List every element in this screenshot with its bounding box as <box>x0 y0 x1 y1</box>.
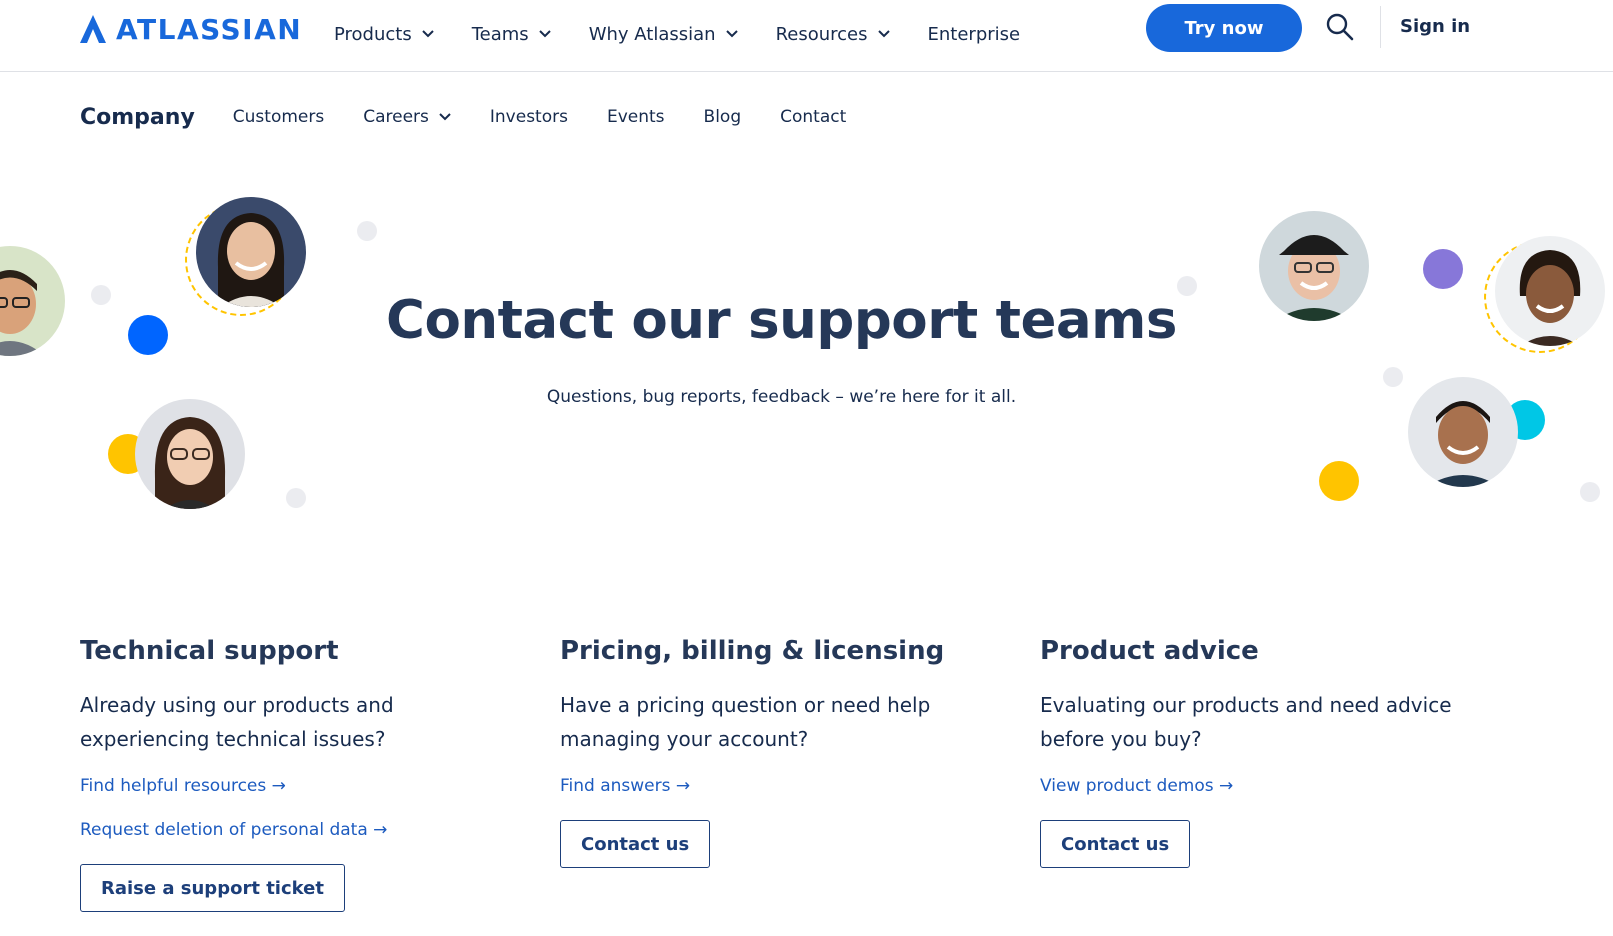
nav-resources[interactable]: Resources <box>776 24 890 45</box>
technical-support-section: Technical support Already using our prod… <box>80 636 520 912</box>
company-subnav: Company Customers Careers Investors Even… <box>80 102 885 132</box>
contact-us-button[interactable]: Contact us <box>1040 820 1191 868</box>
raise-support-ticket-button[interactable]: Raise a support ticket <box>80 864 345 912</box>
sign-in-link[interactable]: Sign in <box>1400 16 1470 37</box>
page-subtitle: Questions, bug reports, feedback – we’re… <box>546 387 1017 407</box>
subnav-item-contact[interactable]: Contact <box>780 107 846 127</box>
decorative-dot-yellow <box>1319 461 1359 501</box>
section-title: Technical support <box>80 636 339 666</box>
decorative-dot <box>1383 367 1403 387</box>
request-deletion-link[interactable]: Request deletion of personal data → <box>80 820 520 840</box>
subnav-item-label: Blog <box>703 107 742 127</box>
nav-enterprise-label: Enterprise <box>927 23 1021 45</box>
logo-wordmark: ATLASSIAN <box>116 12 303 46</box>
subnav-item-label: Events <box>606 107 665 127</box>
subnav-item-investors[interactable]: Investors <box>490 107 568 127</box>
nav-products-label: Products <box>334 23 412 45</box>
subnav-item-events[interactable]: Events <box>607 107 665 127</box>
product-advice-section: Product advice Evaluating our products a… <box>1040 636 1480 868</box>
subnav-item-blog[interactable]: Blog <box>704 107 742 127</box>
subnav-title[interactable]: Company <box>80 105 195 130</box>
subnav-item-label: Investors <box>489 107 568 127</box>
subnav-item-label: Contact <box>780 107 847 127</box>
top-nav: ATLASSIAN Products Teams Why Atlassian R… <box>0 0 1613 72</box>
atlassian-logo[interactable]: ATLASSIAN <box>80 12 303 46</box>
nav-teams[interactable]: Teams <box>472 24 551 45</box>
find-helpful-resources-link[interactable]: Find helpful resources → <box>80 776 520 796</box>
subnav-item-label: Customers <box>232 107 325 127</box>
person-avatar-icon <box>135 399 245 509</box>
nav-products[interactable]: Products <box>334 24 434 45</box>
chevron-down-icon <box>422 30 434 38</box>
chevron-down-icon <box>877 30 890 38</box>
subnav-item-customers[interactable]: Customers <box>233 107 324 127</box>
subnav-item-careers[interactable]: Careers <box>363 107 451 127</box>
nav-teams-label: Teams <box>471 23 529 45</box>
nav-divider <box>1380 6 1381 48</box>
find-answers-link[interactable]: Find answers → <box>560 776 1000 796</box>
subnav-item-label: Careers <box>363 107 429 127</box>
section-description: Evaluating our products and need advice … <box>1040 693 1452 751</box>
main-nav: Products Teams Why Atlassian Resources E… <box>334 20 1058 48</box>
nav-why-atlassian[interactable]: Why Atlassian <box>589 24 738 45</box>
section-description: Already using our products and experienc… <box>80 693 394 751</box>
try-now-button[interactable]: Try now <box>1146 4 1302 52</box>
section-title: Product advice <box>1040 636 1259 666</box>
chevron-down-icon <box>538 30 551 38</box>
contact-us-button[interactable]: Contact us <box>560 820 711 868</box>
nav-resources-label: Resources <box>775 23 868 45</box>
search-icon[interactable] <box>1325 12 1355 42</box>
decorative-dot <box>286 488 306 508</box>
decorative-dot <box>1580 482 1600 502</box>
decorative-dot <box>357 221 377 241</box>
section-title: Pricing, billing & licensing <box>560 636 945 666</box>
chevron-down-icon <box>725 30 738 38</box>
decorative-dot-purple <box>1423 249 1463 289</box>
chevron-down-icon <box>439 113 451 121</box>
avatar <box>135 399 245 509</box>
view-product-demos-link[interactable]: View product demos → <box>1040 776 1480 796</box>
nav-why-atlassian-label: Why Atlassian <box>588 23 716 45</box>
section-description: Have a pricing question or need help man… <box>560 693 931 751</box>
page-title: Contact our support teams <box>386 290 1177 351</box>
atlassian-logo-icon <box>80 15 106 43</box>
nav-enterprise[interactable]: Enterprise <box>928 24 1021 45</box>
pricing-billing-section: Pricing, billing & licensing Have a pric… <box>560 636 1000 868</box>
